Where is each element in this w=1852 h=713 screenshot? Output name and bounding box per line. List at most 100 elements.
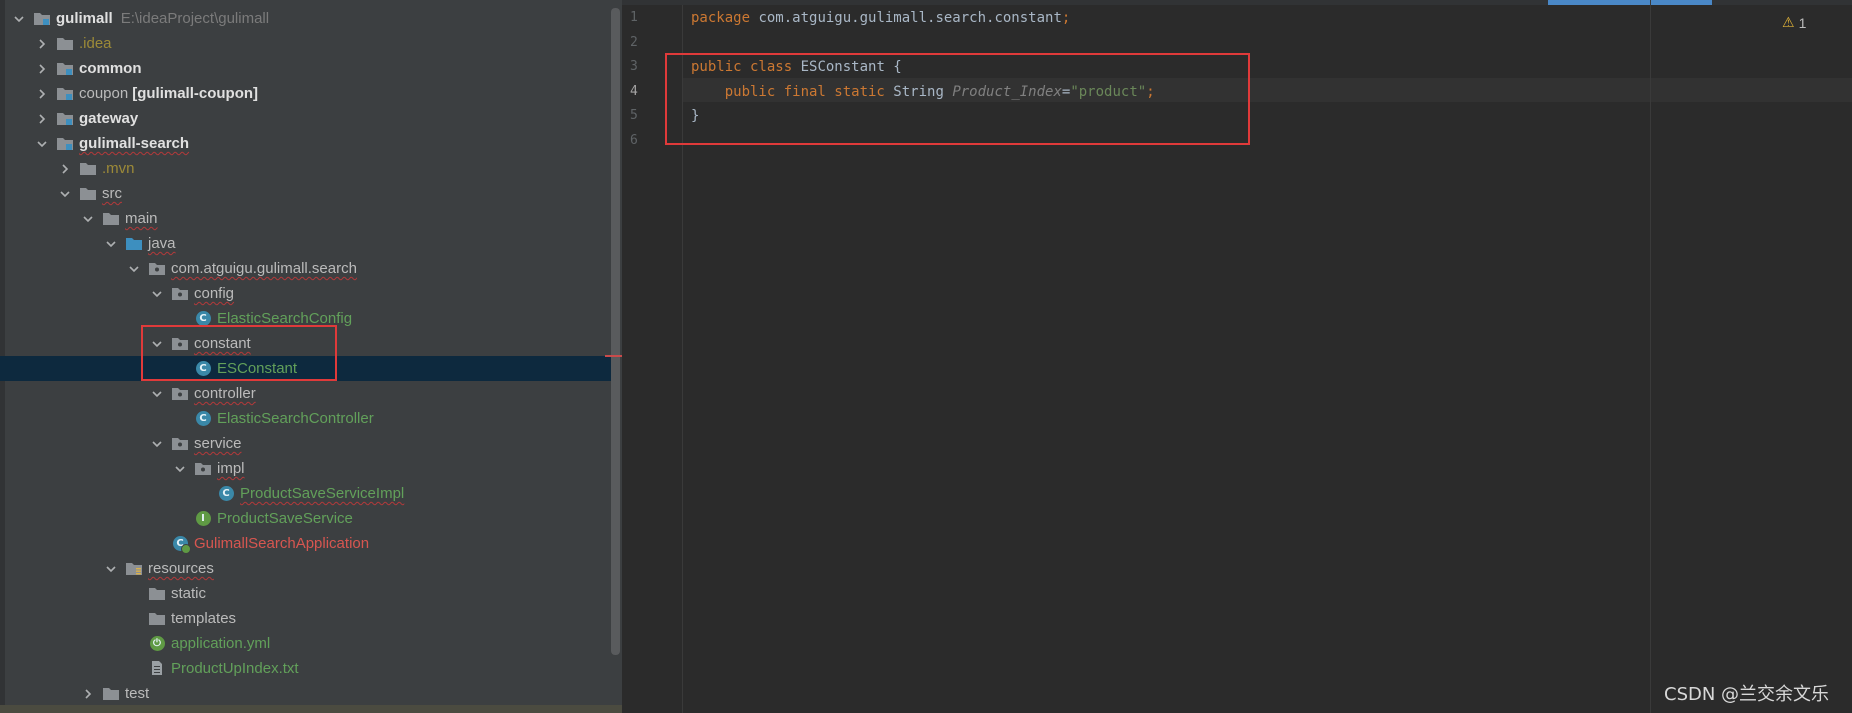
class-icon: C [194,410,212,426]
tree-node[interactable]: common [0,56,612,81]
tree-node-label: coupon [gulimall-coupon] [79,81,258,106]
tree-node-name: gulimall-search [79,135,190,152]
chevron-right-icon[interactable] [35,31,49,56]
tree-node-name: templates [171,610,237,627]
chevron-right-icon[interactable] [35,81,49,106]
package-icon [171,285,189,301]
folder-icon [148,585,166,601]
folder-icon [79,160,97,176]
tree-node[interactable]: ⏻ application.yml [0,631,612,656]
tree-node-suffix: E:\ideaProject\gulimall [120,10,270,27]
tree-node-label: static [171,581,206,606]
tree-node[interactable]: config [0,281,612,306]
tree-node-name: application.yml [171,635,271,652]
chevron-down-icon[interactable] [81,206,95,231]
tree-node-name: ProductUpIndex.txt [171,660,299,677]
tree-node[interactable]: resources [0,556,612,581]
tree-node[interactable]: test [0,681,612,706]
code-token: ; [1061,10,1071,26]
tree-node-label: controller [194,381,256,406]
package-icon [148,260,166,276]
package-icon [171,385,189,401]
tree-node-suffix: [gulimall-coupon] [132,85,259,102]
tree-node-label: common [79,56,142,81]
tree-node-name: service [194,435,242,452]
chevron-down-icon[interactable] [150,381,164,406]
tree-node[interactable]: gateway [0,106,612,131]
tree-node[interactable]: templates [0,606,612,631]
warning-icon: ⚠ [1782,14,1795,30]
warning-count: 1 [1798,14,1807,31]
tree-node[interactable]: com.atguigu.gulimall.search [0,256,612,281]
tree-node[interactable]: C GulimallSearchApplication [0,531,612,556]
package-icon [194,460,212,476]
inspection-widget[interactable]: ⚠ 1 [1782,14,1806,31]
tree-node[interactable]: I ProductSaveService [0,506,612,531]
tree-node[interactable]: C ProductSaveServiceImpl [0,481,612,506]
chevron-down-icon[interactable] [104,556,118,581]
chevron-right-icon[interactable] [35,56,49,81]
tree-node-name: impl [217,460,245,477]
tree-node[interactable]: static [0,581,612,606]
chevron-right-icon[interactable] [35,106,49,131]
spring-boot-class-icon: C [171,535,191,554]
tree-node-name: ElasticSearchController [217,410,374,427]
code-token: package [691,10,751,26]
tree-node-name: controller [194,385,256,402]
tree-node[interactable]: gulimall E:\ideaProject\gulimall [0,6,612,31]
right-margin-guide [1650,0,1651,713]
module-folder-icon [56,60,74,76]
tree-node[interactable]: controller [0,381,612,406]
tree-node-name: ProductSaveService [217,510,353,527]
error-stripe-mark [605,355,622,357]
watermark: CSDN @兰交余文乐 [1664,684,1830,705]
resources-folder-icon [125,560,143,576]
chevron-down-icon[interactable] [173,456,187,481]
tree-node-label: config [194,281,234,306]
tree-node-label: test [125,681,149,706]
chevron-down-icon[interactable] [150,281,164,306]
tree-node-label: src [102,181,122,206]
module-folder-icon [56,135,74,151]
tree-node[interactable]: .mvn [0,156,612,181]
tree-node-name: main [125,210,158,227]
tree-node[interactable]: coupon [gulimall-coupon] [0,81,612,106]
chevron-down-icon[interactable] [150,431,164,456]
tree-node-name: .mvn [102,160,135,177]
chevron-right-icon[interactable] [81,681,95,706]
tree-node-name: GulimallSearchApplication [194,535,370,552]
tree-node[interactable]: gulimall-search [0,131,612,156]
tree-node-label: .mvn [102,156,135,181]
chevron-down-icon[interactable] [58,181,72,206]
tree-node-label: com.atguigu.gulimall.search [171,256,357,281]
class-icon: C [217,485,235,501]
tree-node[interactable]: service [0,431,612,456]
chevron-down-icon[interactable] [12,6,26,31]
chevron-down-icon[interactable] [127,256,141,281]
tree-node[interactable]: src [0,181,612,206]
chevron-right-icon[interactable] [58,156,72,181]
tree-scrollbar[interactable] [611,8,620,655]
chevron-down-icon[interactable] [35,131,49,156]
folder-icon [56,35,74,51]
tree-node-label: impl [217,456,245,481]
tree-node-name: common [79,60,142,77]
tree-node-name: .idea [79,35,112,52]
tree-node[interactable]: impl [0,456,612,481]
line-number: 4 [630,83,638,99]
tree-node[interactable]: main [0,206,612,231]
tree-node-name: static [171,585,207,602]
tree-node[interactable]: C ElasticSearchController [0,406,612,431]
tree-node-name: test [125,685,150,702]
tree-node[interactable]: ProductUpIndex.txt [0,656,612,681]
interface-icon: I [194,510,212,526]
tree-node-label: ProductSaveService [217,506,353,531]
tree-node-label: gulimall E:\ideaProject\gulimall [56,6,269,31]
tree-node[interactable]: .idea [0,31,612,56]
tree-node-label: .idea [79,31,112,56]
tree-node[interactable]: java [0,231,612,256]
tree-node-name: coupon [79,85,129,102]
tab-indicator [1548,0,1712,5]
spring-yml-icon: ⏻ [148,635,166,651]
chevron-down-icon[interactable] [104,231,118,256]
